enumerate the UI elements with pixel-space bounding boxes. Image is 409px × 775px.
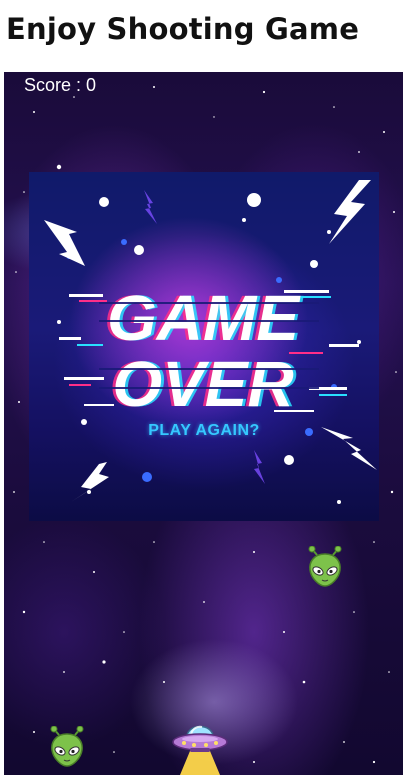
game-over-line2: OVER xyxy=(112,348,293,420)
page-title: Enjoy Shooting Game xyxy=(6,12,360,46)
alien-icon xyxy=(308,546,342,587)
game-over-artwork: GAME GAME GAME OVER OVER OVER xyxy=(44,180,377,504)
play-again-button[interactable]: PLAY AGAIN? xyxy=(29,422,379,440)
score-display: Score : 0 xyxy=(24,75,97,95)
game-over-line1: GAME xyxy=(107,282,301,354)
game-canvas[interactable]: Score : 0 GAME GAME GAME OVER OVER OVER … xyxy=(4,72,403,775)
alien-icon xyxy=(50,726,84,767)
game-over-panel[interactable]: GAME GAME GAME OVER OVER OVER PLAY AGAIN… xyxy=(29,172,379,521)
ufo-icon[interactable] xyxy=(172,715,228,775)
